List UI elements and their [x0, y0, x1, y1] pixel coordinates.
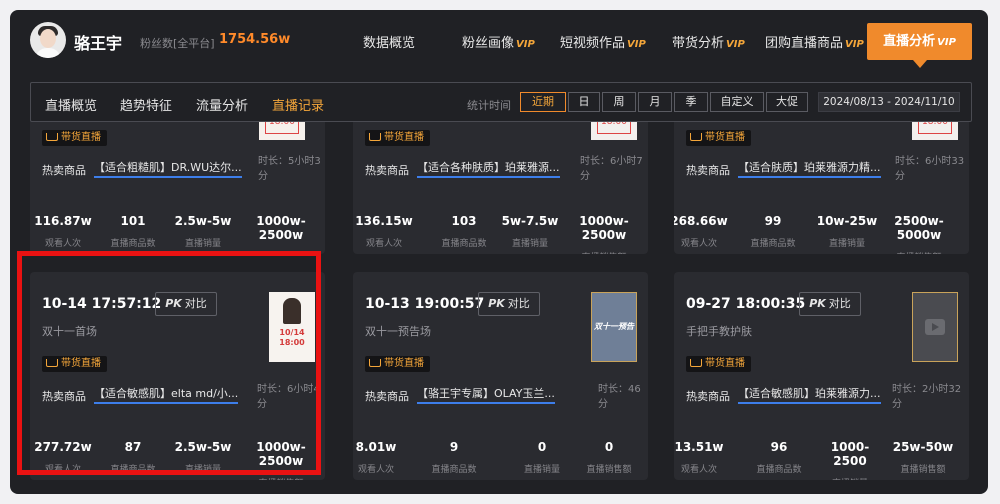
- nav-sales-analysis[interactable]: 带货分析 VIP: [672, 32, 745, 51]
- video-placeholder-icon[interactable]: [912, 292, 958, 362]
- pk-compare-button[interactable]: PK 对比: [799, 292, 861, 316]
- stat-sales-amount: 2500w-5000w直播销售额: [894, 214, 944, 254]
- cart-icon: [690, 359, 702, 367]
- live-sales-badge: 带货直播: [365, 356, 430, 372]
- subtab-trend[interactable]: 趋势特征: [120, 95, 172, 114]
- period-custom[interactable]: 自定义: [710, 92, 764, 112]
- nav-data-overview[interactable]: 数据概览: [363, 32, 415, 51]
- live-duration: 时长：6小时33分: [895, 156, 965, 182]
- stat-sales-volume: 2.5w-5w 直播销量: [174, 214, 232, 249]
- live-start-time: 09-27 18:00:35: [686, 296, 806, 312]
- vip-tag: VIP: [937, 37, 956, 48]
- fans-value: 1754.56w: [219, 32, 291, 47]
- live-duration: 时长：2小时32分: [892, 384, 962, 410]
- stat-product-count: 96 直播商品数: [756, 440, 802, 475]
- avatar[interactable]: [30, 22, 66, 58]
- live-card[interactable]: 09-27 18:00:35 PK 对比 手把手教护肤 带货直播 热卖商品 【适合敏…: [674, 272, 969, 480]
- top-bar: 骆王宇 粉丝数[全平台] 1754.56w 数据概览 粉丝画像 VIP 短视频作品…: [10, 10, 988, 72]
- cart-icon: [369, 133, 381, 141]
- stat-viewers: 13.51w 观看人次: [674, 440, 724, 475]
- live-title: 手把手教护肤: [686, 325, 752, 338]
- stat-sales-amount: 1000w-2500w直播销售额: [256, 214, 306, 254]
- live-card[interactable]: 18:00 带货直播 热卖商品 【适合各种肤质】珀莱雅源... 时长：6小时7分 …: [353, 100, 648, 254]
- stat-product-count: 103 直播商品数: [441, 214, 487, 249]
- live-start-time: 10-13 19:00:57: [365, 296, 485, 312]
- stat-viewers: 116.87w 观看人次: [34, 214, 92, 249]
- live-card[interactable]: 18:00 带货直播 热卖商品 【适合粗糙肌】DR.WU达尔... 时长：5小时3…: [30, 100, 325, 254]
- subtab-live-records[interactable]: 直播记录: [272, 95, 324, 114]
- hot-product[interactable]: 热卖商品 【骆王宇专属】OLAY玉兰...: [365, 385, 555, 404]
- live-duration: 时长：46分: [598, 384, 641, 410]
- stat-time-label: 统计时间: [467, 99, 511, 112]
- stat-product-count: 99 直播商品数: [750, 214, 796, 249]
- stat-product-count: 9 直播商品数: [431, 440, 477, 475]
- period-month[interactable]: 月: [638, 92, 672, 112]
- vip-tag: VIP: [845, 39, 864, 50]
- live-sales-badge: 带货直播: [42, 130, 107, 146]
- period-promo[interactable]: 大促: [766, 92, 808, 112]
- live-card[interactable]: 18:00 带货直播 热卖商品 【适合肤质】珀莱雅源力精... 时长：6小时33分…: [674, 100, 969, 254]
- stat-viewers: 8.01w 观看人次: [355, 440, 397, 475]
- stat-viewers: 136.15w 观看人次: [355, 214, 413, 249]
- stat-sales-volume: 0 直播销量: [523, 440, 560, 475]
- cart-icon: [690, 133, 702, 141]
- cart-icon: [46, 133, 58, 141]
- subtab-live-overview[interactable]: 直播概览: [45, 95, 97, 114]
- live-sales-badge: 带货直播: [686, 356, 751, 372]
- live-cover-image[interactable]: 双十一预告: [591, 292, 637, 362]
- nav-group-live-products[interactable]: 团购直播商品 VIP: [765, 32, 864, 51]
- live-sales-badge: 带货直播: [365, 130, 430, 146]
- live-title: 双十一预告场: [365, 325, 431, 338]
- stat-sales-amount: 25w-50w 直播销售额: [892, 440, 954, 475]
- stat-sales-volume: 1000-2500直播销量: [830, 440, 870, 480]
- date-range[interactable]: 2024/08/13 - 2024/11/10: [818, 92, 960, 112]
- highlight-box: [17, 251, 321, 475]
- live-card[interactable]: 10-13 19:00:57 PK 对比 双十一预告场 双十一预告 带货直播 热卖…: [353, 272, 648, 480]
- period-day[interactable]: 日: [568, 92, 600, 112]
- nav-short-video[interactable]: 短视频作品 VIP: [560, 32, 646, 51]
- live-duration: 时长：6小时7分: [580, 156, 643, 182]
- vip-tag: VIP: [726, 39, 745, 50]
- cart-icon: [369, 359, 381, 367]
- period-recent[interactable]: 近期: [520, 92, 566, 112]
- hot-product[interactable]: 热卖商品 【适合敏感肌】珀莱雅源力...: [686, 385, 881, 404]
- period-quarter[interactable]: 季: [674, 92, 708, 112]
- vip-tag: VIP: [516, 39, 535, 50]
- stat-sales-amount: 1000w-2500w直播销售额: [579, 214, 629, 254]
- subtab-traffic[interactable]: 流量分析: [196, 95, 248, 114]
- filter-bar: 直播概览 趋势特征 流量分析 直播记录 统计时间 近期 日 周 月 季 自定义 …: [30, 82, 972, 122]
- hot-product[interactable]: 热卖商品 【适合粗糙肌】DR.WU达尔...: [42, 159, 242, 178]
- hot-product[interactable]: 热卖商品 【适合各种肤质】珀莱雅源...: [365, 159, 560, 178]
- stat-sales-amount: 0 直播销售额: [586, 440, 632, 475]
- live-sales-badge: 带货直播: [686, 130, 751, 146]
- live-duration: 时长：5小时3分: [258, 156, 321, 182]
- pk-compare-button[interactable]: PK 对比: [478, 292, 540, 316]
- nav-fan-profile[interactable]: 粉丝画像 VIP: [462, 32, 535, 51]
- fans-label: 粉丝数[全平台]: [140, 37, 215, 50]
- stat-viewers: 268.66w 观看人次: [674, 214, 728, 249]
- vip-tag: VIP: [627, 39, 646, 50]
- user-name: 骆王宇: [74, 34, 123, 53]
- hot-product[interactable]: 热卖商品 【适合肤质】珀莱雅源力精...: [686, 159, 881, 178]
- nav-live-analysis[interactable]: 直播分析 VIP: [867, 23, 972, 68]
- stat-product-count: 101 直播商品数: [110, 214, 156, 249]
- period-week[interactable]: 周: [602, 92, 636, 112]
- stat-sales-volume: 5w-7.5w 直播销量: [501, 214, 559, 249]
- stat-sales-volume: 10w-25w 直播销量: [816, 214, 878, 249]
